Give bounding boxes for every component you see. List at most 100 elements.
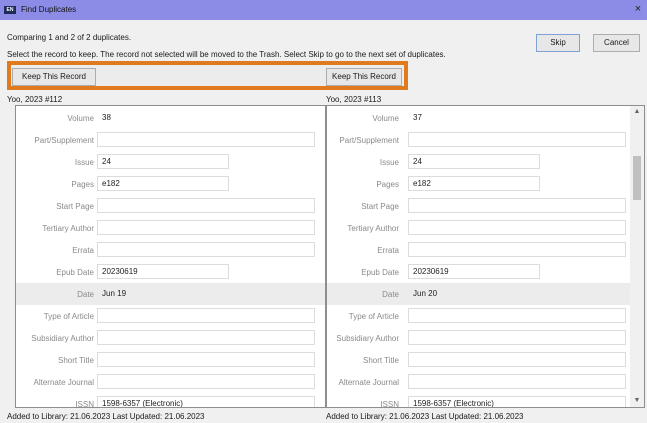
scroll-up-icon[interactable]: ▲: [630, 106, 644, 118]
field-label: Alternate Journal: [338, 378, 399, 387]
field-row: Start Page: [16, 195, 325, 217]
comparing-text: Comparing 1 and 2 of 2 duplicates.: [7, 33, 132, 42]
field-value[interactable]: [408, 220, 626, 235]
field-label: Volume: [372, 114, 399, 123]
field-row: Errata: [327, 239, 644, 261]
field-label: Part/Supplement: [339, 136, 399, 145]
field-row: Issue 24: [327, 151, 644, 173]
field-label: Issue: [74, 158, 94, 167]
vertical-scrollbar[interactable]: ▲ ▼: [630, 106, 644, 407]
field-label: Start Page: [361, 202, 399, 211]
field-row: Issue 24: [16, 151, 325, 173]
field-row: Date Jun 19: [16, 283, 325, 305]
field-value[interactable]: [97, 132, 315, 147]
field-value[interactable]: 38: [97, 110, 229, 125]
field-value[interactable]: [408, 132, 626, 147]
field-value[interactable]: 20230619: [408, 264, 540, 279]
field-row: Alternate Journal: [327, 371, 644, 393]
field-row: Alternate Journal: [16, 371, 325, 393]
field-label: Start Page: [56, 202, 94, 211]
field-value[interactable]: Jun 20: [408, 286, 540, 301]
field-row: ISSN 1598-6357 (Electronic): [327, 393, 644, 408]
field-label: Issue: [379, 158, 399, 167]
field-row: Epub Date 20230619: [16, 261, 325, 283]
field-value[interactable]: e182: [408, 176, 540, 191]
field-value[interactable]: [97, 330, 315, 345]
field-value[interactable]: [408, 308, 626, 323]
field-label: Short Title: [362, 356, 399, 365]
field-label: Tertiary Author: [347, 224, 399, 233]
cancel-button[interactable]: Cancel: [593, 34, 640, 52]
field-value[interactable]: [408, 374, 626, 389]
field-value[interactable]: [408, 198, 626, 213]
field-label: ISSN: [75, 400, 94, 408]
highlight-box: [7, 61, 408, 90]
field-row: Volume 38: [16, 107, 325, 129]
field-label: Date: [382, 290, 399, 299]
field-row: Tertiary Author: [16, 217, 325, 239]
field-label: Errata: [72, 246, 94, 255]
field-value[interactable]: 20230619: [97, 264, 229, 279]
field-row: Pages e182: [327, 173, 644, 195]
field-row: Short Title: [16, 349, 325, 371]
field-row: Volume 37: [327, 107, 644, 129]
field-value[interactable]: 1598-6357 (Electronic): [408, 396, 626, 407]
field-row: Type of Article: [16, 305, 325, 327]
field-label: Epub Date: [361, 268, 399, 277]
field-label: Type of Article: [43, 312, 94, 321]
field-label: Errata: [377, 246, 399, 255]
left-record-footer: Added to Library: 21.06.2023 Last Update…: [7, 412, 205, 421]
field-label: Pages: [71, 180, 94, 189]
field-row: Part/Supplement: [16, 129, 325, 151]
skip-button[interactable]: Skip: [536, 34, 580, 52]
field-label: Volume: [67, 114, 94, 123]
field-row: Part/Supplement: [327, 129, 644, 151]
field-row: Tertiary Author: [327, 217, 644, 239]
field-value[interactable]: e182: [97, 176, 229, 191]
field-value[interactable]: 1598-6357 (Electronic): [97, 396, 315, 407]
field-row: Subsidiary Author: [327, 327, 644, 349]
right-record-panel[interactable]: Volume 37 Part/Supplement Issue 24 Pages e182 S…: [326, 105, 645, 408]
field-label: Alternate Journal: [33, 378, 94, 387]
field-row: Epub Date 20230619: [327, 261, 644, 283]
field-label: Date: [77, 290, 94, 299]
field-row: Date Jun 20: [327, 283, 644, 305]
field-value[interactable]: 24: [97, 154, 229, 169]
close-icon[interactable]: ×: [632, 3, 644, 15]
scrollbar-thumb[interactable]: [633, 156, 641, 200]
field-value[interactable]: [408, 352, 626, 367]
field-row: Type of Article: [327, 305, 644, 327]
right-record-footer: Added to Library: 21.06.2023 Last Update…: [326, 412, 524, 421]
field-label: Subsidiary Author: [31, 334, 94, 343]
field-row: Start Page: [327, 195, 644, 217]
instruction-text: Select the record to keep. The record no…: [7, 50, 446, 59]
field-value[interactable]: [408, 242, 626, 257]
field-value[interactable]: [408, 330, 626, 345]
field-label: Epub Date: [56, 268, 94, 277]
scroll-down-icon[interactable]: ▼: [630, 395, 644, 407]
left-record-title: Yoo, 2023 #112: [7, 95, 63, 104]
field-value[interactable]: [97, 198, 315, 213]
field-value[interactable]: [97, 242, 315, 257]
field-label: Subsidiary Author: [336, 334, 399, 343]
field-value[interactable]: [97, 220, 315, 235]
field-label: ISSN: [380, 400, 399, 408]
field-label: Part/Supplement: [34, 136, 94, 145]
endnote-app-icon: EN: [4, 6, 16, 14]
field-value[interactable]: [97, 374, 315, 389]
field-row: Pages e182: [16, 173, 325, 195]
field-value[interactable]: [97, 352, 315, 367]
field-row: Short Title: [327, 349, 644, 371]
field-value[interactable]: 24: [408, 154, 540, 169]
field-label: Type of Article: [348, 312, 399, 321]
title-bar: EN Find Duplicates ×: [0, 0, 647, 20]
field-label: Tertiary Author: [42, 224, 94, 233]
field-label: Short Title: [57, 356, 94, 365]
field-row: Errata: [16, 239, 325, 261]
field-value[interactable]: Jun 19: [97, 286, 229, 301]
field-value[interactable]: [97, 308, 315, 323]
field-label: Pages: [376, 180, 399, 189]
left-record-panel[interactable]: Volume 38 Part/Supplement Issue 24 Pages e182 S…: [15, 105, 326, 408]
field-row: ISSN 1598-6357 (Electronic): [16, 393, 325, 408]
field-value[interactable]: 37: [408, 110, 540, 125]
